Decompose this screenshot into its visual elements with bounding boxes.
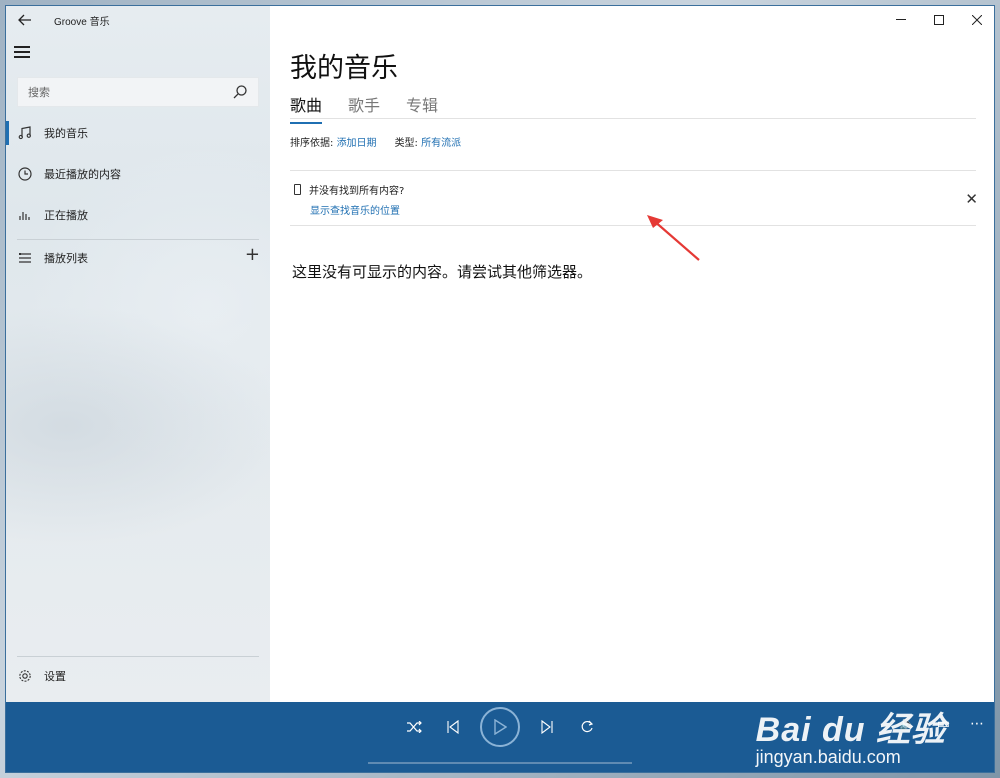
add-playlist-icon[interactable]: + [245, 244, 260, 265]
genre-filter: 类型: 所有流派 [395, 134, 462, 149]
sort-filter: 排序依据: 添加日期 [290, 134, 377, 149]
equalizer-icon [6, 209, 44, 221]
tab-songs[interactable]: 歌曲 [290, 92, 323, 124]
empty-message: 这里没有可显示的内容。请尝试其他筛选器。 [292, 263, 593, 281]
filter-row: 排序依据: 添加日期 类型: 所有流派 [290, 134, 461, 149]
repeat-icon[interactable] [580, 702, 594, 752]
tab-artists[interactable]: 歌手 [348, 92, 380, 124]
sort-dropdown[interactable]: 添加日期 [337, 138, 377, 149]
window-controls [882, 6, 994, 34]
sidebar-item-label: 最近播放的内容 [44, 168, 121, 181]
music-note-icon [6, 126, 44, 140]
sidebar-item-my-music[interactable]: 我的音乐 [6, 114, 270, 152]
tab-albums[interactable]: 专辑 [406, 92, 438, 124]
phone-icon [294, 184, 301, 195]
main-content: 我的音乐 歌曲 歌手 专辑 排序依据: 添加日期 类型: 所有流派 并没有找到所… [270, 6, 994, 702]
missing-content-notice: 并没有找到所有内容? 显示查找音乐的位置 [290, 182, 404, 217]
sidebar-item-settings[interactable]: 设置 [6, 657, 270, 695]
sidebar-item-recent[interactable]: 最近播放的内容 [6, 155, 270, 193]
sidebar-item-label: 我的音乐 [44, 127, 88, 140]
groove-window: Groove 音乐 搜索 我的音乐 最近播放的内容 正在播放 播放列表 + 设置… [5, 5, 995, 773]
tab-bar: 歌曲 歌手 专辑 [290, 92, 438, 124]
notice-divider [290, 225, 976, 226]
search-icon[interactable] [232, 84, 248, 100]
notice-title: 并没有找到所有内容? [309, 186, 405, 197]
search-box[interactable]: 搜索 [17, 77, 259, 107]
sidebar-item-label: 播放列表 [44, 252, 88, 265]
sidebar-item-now-playing[interactable]: 正在播放 [6, 196, 270, 234]
watermark-main: Bai du 经验 [755, 711, 946, 749]
page-title: 我的音乐 [290, 53, 398, 84]
show-music-location-link[interactable]: 显示查找音乐的位置 [310, 202, 404, 217]
sidebar-item-label: 正在播放 [44, 209, 88, 222]
hamburger-menu-icon[interactable] [14, 46, 34, 62]
shuffle-icon[interactable] [406, 702, 422, 752]
sidebar: Groove 音乐 搜索 我的音乐 最近播放的内容 正在播放 播放列表 + 设置 [6, 6, 270, 702]
back-arrow-icon[interactable] [6, 6, 44, 34]
sidebar-item-playlists[interactable]: 播放列表 + [6, 239, 270, 277]
play-button[interactable] [480, 707, 520, 747]
minimize-icon[interactable] [882, 6, 920, 34]
tabs-underline [290, 118, 976, 119]
title-bar: Groove 音乐 [6, 6, 270, 34]
notice-divider [290, 170, 976, 171]
clock-icon [6, 167, 44, 181]
maximize-icon[interactable] [920, 6, 958, 34]
genre-label: 类型: [394, 138, 418, 149]
previous-icon[interactable] [446, 702, 460, 752]
app-title: Groove 音乐 [54, 16, 110, 28]
annotation-arrow-icon [647, 215, 700, 261]
genre-dropdown[interactable]: 所有流派 [421, 138, 461, 149]
sort-label: 排序依据: [290, 138, 334, 149]
baidu-watermark: Bai du 经验 jingyan.baidu.com [756, 702, 946, 768]
watermark-sub: jingyan.baidu.com [755, 747, 901, 767]
sidebar-item-label: 设置 [44, 670, 66, 683]
search-input[interactable]: 搜索 [28, 84, 50, 100]
notice-close-icon[interactable]: ✕ [965, 190, 978, 208]
progress-bar[interactable] [368, 762, 632, 764]
playlist-icon [6, 252, 44, 264]
next-icon[interactable] [540, 702, 554, 752]
gear-icon [6, 669, 44, 683]
more-options-icon[interactable]: ⋯ [970, 716, 984, 732]
close-icon[interactable] [958, 6, 994, 34]
